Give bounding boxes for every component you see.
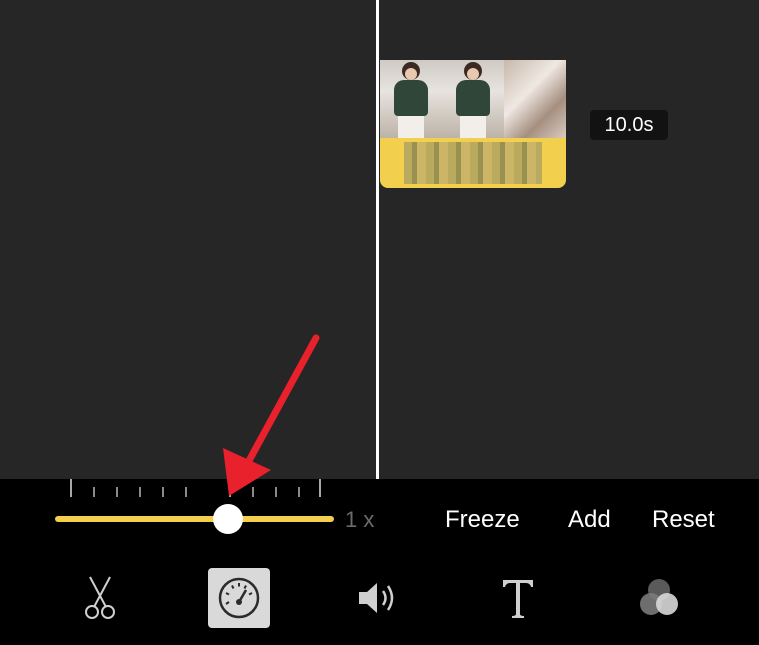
annotation-arrow [223, 334, 320, 496]
